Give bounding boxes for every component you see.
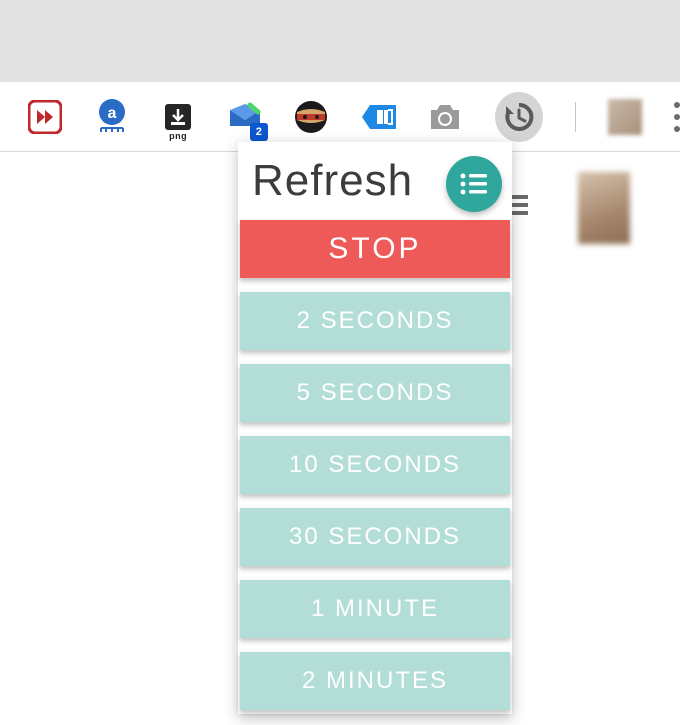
messenger-icon[interactable]: 2 [227, 99, 261, 135]
interval-button[interactable]: 10 SECONDS [240, 436, 510, 494]
interval-button[interactable]: 1 MINUTE [240, 580, 510, 638]
overflow-menu-icon[interactable] [674, 102, 680, 132]
interval-button[interactable]: 2 MINUTES [240, 652, 510, 710]
interval-button[interactable]: 30 SECONDS [240, 508, 510, 566]
refresh-popup: Refresh STOP 2 SECONDS 5 SECONDS 10 SECO… [238, 142, 512, 714]
download-png-icon[interactable]: png [161, 99, 195, 135]
messenger-badge: 2 [250, 123, 268, 141]
list-fab-button[interactable] [446, 156, 502, 212]
fast-forward-icon[interactable] [28, 99, 62, 135]
camera-icon[interactable] [428, 99, 462, 135]
history-icon[interactable] [495, 92, 543, 142]
png-label: png [161, 131, 195, 141]
svg-text:a: a [107, 105, 116, 122]
profile-avatar-large[interactable] [578, 172, 630, 244]
tag-icon[interactable] [360, 99, 396, 135]
list-icon [459, 172, 489, 196]
toolbar-separator [575, 102, 576, 132]
browser-chrome-top [0, 0, 680, 82]
popup-header: Refresh [238, 142, 512, 218]
ninja-icon[interactable] [294, 99, 328, 135]
stop-button[interactable]: STOP [240, 220, 510, 278]
amazon-assistant-icon[interactable]: a [94, 99, 128, 135]
interval-button[interactable]: 5 SECONDS [240, 364, 510, 422]
profile-avatar-small[interactable] [608, 99, 642, 135]
interval-button[interactable]: 2 SECONDS [240, 292, 510, 350]
